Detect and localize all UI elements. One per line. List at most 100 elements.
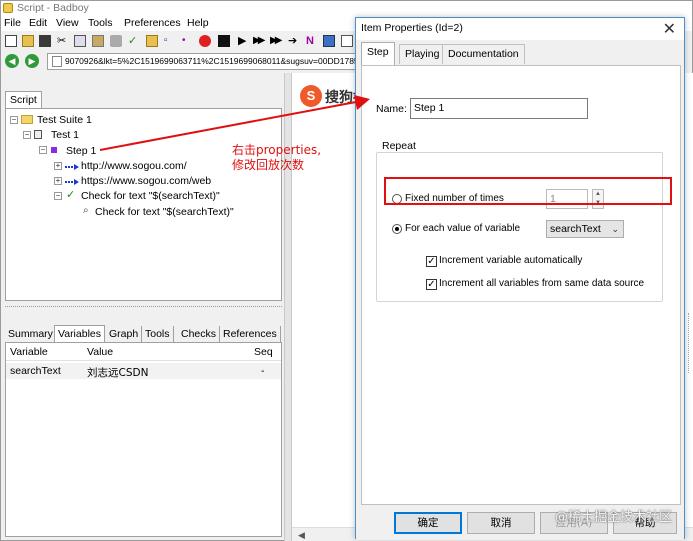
tab-references[interactable]: References	[220, 326, 281, 343]
variables-table: Variable Value Seq searchText 刘志远CSDN -	[5, 342, 282, 537]
item-properties-dialog: Item Properties (Id=2) ✕ Step Playing Do…	[355, 17, 685, 540]
play-all-icon[interactable]: ▶▶	[253, 35, 265, 47]
column-seq[interactable]: Seq	[254, 346, 273, 358]
tree-item-request-2[interactable]: https://www.sogou.com/web	[81, 175, 211, 187]
request-arrow-icon	[65, 179, 79, 185]
report-icon[interactable]	[341, 35, 353, 47]
menu-file[interactable]: File	[4, 16, 21, 30]
address-bar: ◀ ▶ 9070926&lkt=5%2C1519699063711%2C1519…	[1, 52, 361, 72]
table-row[interactable]: searchText 刘志远CSDN -	[6, 363, 281, 379]
add-check-icon[interactable]: ✓	[128, 35, 140, 47]
new-icon[interactable]	[5, 35, 17, 47]
jump-icon[interactable]: ➔	[288, 35, 300, 47]
open-icon[interactable]	[22, 35, 34, 47]
tree-item-test-suite[interactable]: Test Suite 1	[37, 114, 92, 126]
tree-item-test[interactable]: Test 1	[51, 129, 79, 141]
script-tree: − Test Suite 1 − Test 1 − Step 1 + http:…	[5, 108, 282, 301]
increment-all-checkbox[interactable]: ✓	[426, 279, 437, 290]
chevron-down-icon: ⌄	[611, 224, 619, 234]
url-field[interactable]: 9070926&lkt=5%2C1519699063711%2C15196990…	[47, 53, 361, 70]
tree-item-step[interactable]: Step 1	[66, 145, 96, 157]
tree-item-check[interactable]: Check for text "$(searchText)"	[81, 190, 220, 202]
back-icon[interactable]: ◀	[5, 54, 19, 68]
collapse-icon[interactable]: −	[54, 192, 62, 200]
name-field[interactable]: Step 1	[410, 98, 588, 119]
dialog-body: Step Playing Documentation Name: Step 1 …	[356, 40, 684, 540]
name-label: Name:	[376, 103, 407, 115]
tree-item-request-1[interactable]: http://www.sogou.com/	[81, 160, 187, 172]
add-test-icon[interactable]: ▫	[164, 35, 176, 47]
tab-summary[interactable]: Summary	[5, 326, 57, 343]
for-each-value-radio[interactable]	[392, 224, 402, 234]
increment-checkbox[interactable]: ✓	[426, 256, 437, 267]
watermark: @稀土掘金技术社区	[554, 510, 672, 525]
scrollbar-track[interactable]	[688, 313, 692, 373]
menu-view[interactable]: View	[56, 16, 79, 30]
tab-playing[interactable]: Playing	[399, 44, 446, 64]
url-text: 9070926&lkt=5%2C1519699063711%2C15196990…	[65, 56, 361, 66]
save-icon[interactable]	[39, 35, 51, 47]
sogou-logo-icon: S	[300, 85, 322, 107]
collapse-icon[interactable]: −	[10, 116, 18, 124]
record-icon[interactable]	[199, 35, 211, 47]
annotation-line-2: 修改回放次数	[232, 158, 305, 172]
expand-icon[interactable]: +	[54, 162, 62, 170]
dialog-title-bar: Item Properties (Id=2) ✕	[356, 18, 684, 40]
tab-tools[interactable]: Tools	[142, 326, 174, 343]
title-bar: Script - Badboy	[1, 1, 692, 15]
repeat-label: Repeat	[382, 140, 416, 152]
request-arrow-icon	[65, 164, 79, 170]
collapse-icon[interactable]: −	[23, 131, 31, 139]
cell-variable: searchText	[10, 365, 61, 377]
menu-edit[interactable]: Edit	[29, 16, 47, 30]
stop-icon[interactable]	[218, 35, 230, 47]
cell-value: 刘志远CSDN	[87, 367, 149, 379]
tree-item-check-sub[interactable]: Check for text "$(searchText)"	[95, 206, 234, 218]
cut-icon[interactable]: ✂	[57, 35, 69, 47]
window-title: Script - Badboy	[17, 2, 89, 14]
tab-step[interactable]: Step	[361, 42, 395, 65]
copy-icon[interactable]	[74, 35, 86, 47]
tab-variables[interactable]: Variables	[54, 325, 105, 343]
pane-splitter[interactable]	[5, 306, 282, 312]
increment-all-label: Increment all variables from same data s…	[439, 278, 645, 289]
annotation-highlight-box	[384, 177, 672, 205]
expand-icon[interactable]: +	[54, 177, 62, 185]
annotation-line-1: 右击properties,	[232, 143, 322, 157]
tab-graph[interactable]: Graph	[106, 326, 143, 343]
test-icon	[34, 130, 42, 139]
cancel-button[interactable]: 取消	[467, 512, 535, 534]
for-each-value-label: For each value of variable	[405, 223, 521, 234]
forward-icon[interactable]: ▶	[25, 54, 39, 68]
step-icon	[51, 147, 57, 153]
find-icon: ⌕	[83, 205, 89, 216]
column-variable[interactable]: Variable	[10, 346, 48, 358]
page-icon	[52, 56, 62, 68]
print-icon[interactable]	[110, 35, 122, 47]
jmeter-icon[interactable]	[323, 35, 335, 47]
add-folder-icon[interactable]	[146, 35, 158, 47]
increment-label: Increment variable automatically	[439, 255, 583, 266]
folder-icon	[21, 115, 33, 124]
tab-script[interactable]: Script	[5, 91, 42, 109]
ok-button[interactable]: 确定	[394, 512, 462, 534]
n-icon[interactable]: N	[306, 35, 318, 47]
info-tabstrip: Summary Variables Graph Tools Checks Ref…	[5, 325, 282, 343]
menu-tools[interactable]: Tools	[88, 16, 113, 30]
close-icon[interactable]: ✕	[663, 19, 676, 39]
tab-checks[interactable]: Checks	[178, 326, 221, 343]
check-icon: ✓	[66, 189, 76, 201]
cell-seq: -	[261, 365, 265, 377]
paste-icon[interactable]	[92, 35, 104, 47]
add-step-icon[interactable]: •	[182, 35, 194, 47]
collapse-icon[interactable]: −	[39, 146, 47, 154]
fast-forward-icon[interactable]: ▶▶	[270, 35, 282, 47]
menu-preferences[interactable]: Preferences	[124, 16, 181, 30]
variable-select[interactable]: searchText ⌄	[546, 220, 624, 238]
variable-select-value: searchText	[550, 223, 601, 235]
column-value[interactable]: Value	[87, 346, 113, 358]
scroll-left-icon[interactable]: ◀	[298, 530, 305, 541]
play-icon[interactable]: ▶	[238, 35, 250, 47]
tab-documentation[interactable]: Documentation	[442, 44, 525, 64]
menu-help[interactable]: Help	[187, 16, 209, 30]
